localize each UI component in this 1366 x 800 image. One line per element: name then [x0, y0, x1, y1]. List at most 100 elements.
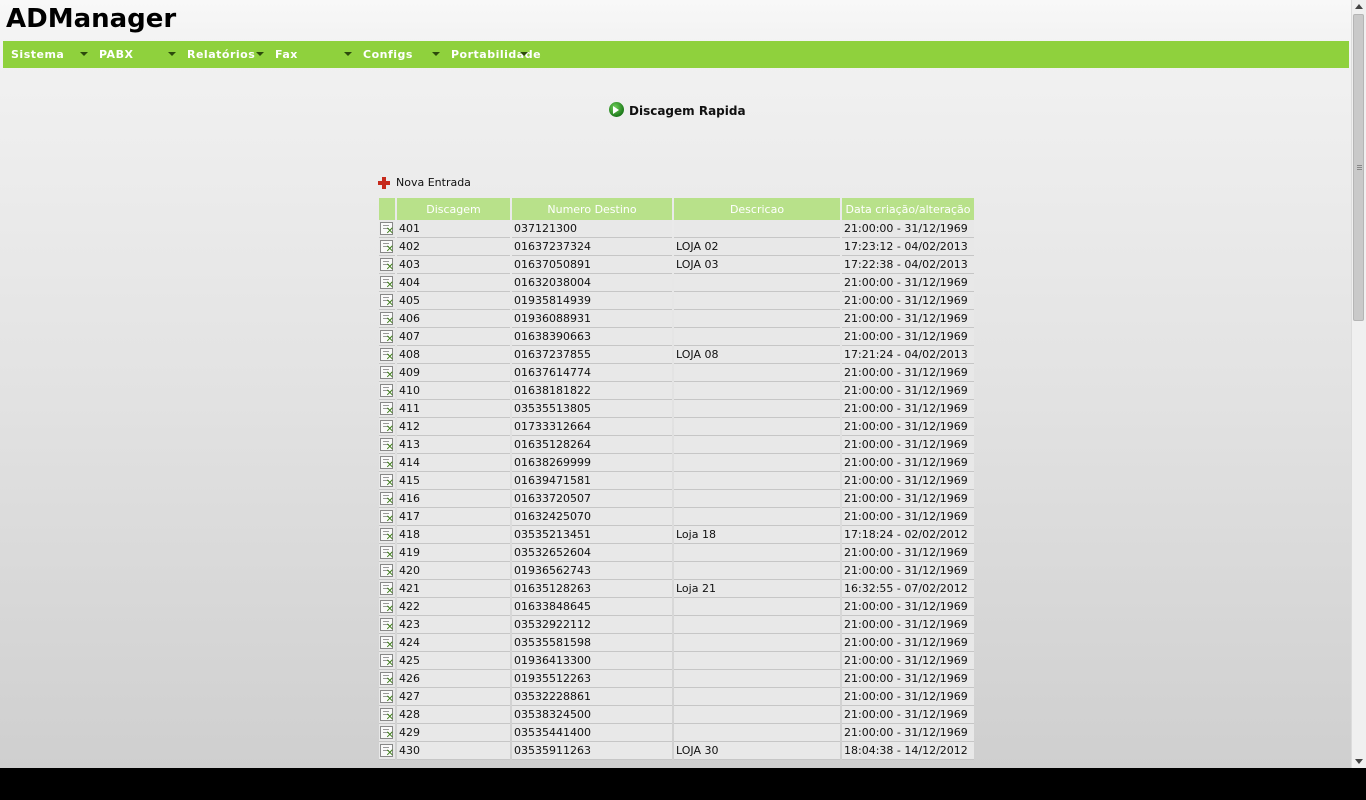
edit-delete-icon[interactable]	[380, 402, 394, 417]
edit-delete-icon[interactable]	[380, 276, 394, 291]
edit-delete-icon[interactable]	[380, 420, 394, 435]
table-row[interactable]: 42703532228861 21:00:00 - 31/12/1969	[379, 688, 974, 706]
edit-delete-icon[interactable]	[380, 456, 394, 471]
table-row[interactable]: 42903535441400 21:00:00 - 31/12/1969	[379, 724, 974, 742]
menu-relatorios[interactable]: Relatórios	[187, 41, 255, 68]
cell-discagem[interactable]: 412	[397, 418, 510, 436]
table-row[interactable]: 42803538324500 21:00:00 - 31/12/1969	[379, 706, 974, 724]
edit-delete-icon[interactable]	[380, 294, 394, 309]
table-row[interactable]: 43003535911263LOJA 3018:04:38 - 14/12/20…	[379, 742, 974, 760]
table-row[interactable]: 40201637237324LOJA 0217:23:12 - 04/02/20…	[379, 238, 974, 256]
cell-discagem[interactable]: 429	[397, 724, 510, 742]
cell-discagem[interactable]: 410	[397, 382, 510, 400]
table-row[interactable]: 42201633848645 21:00:00 - 31/12/1969	[379, 598, 974, 616]
edit-delete-icon[interactable]	[380, 546, 394, 561]
edit-delete-icon[interactable]	[380, 564, 394, 579]
edit-delete-icon[interactable]	[380, 438, 394, 453]
edit-delete-icon[interactable]	[380, 672, 394, 687]
table-row[interactable]: 41803535213451Loja 1817:18:24 - 02/02/20…	[379, 526, 974, 544]
cell-discagem[interactable]: 415	[397, 472, 510, 490]
cell-discagem[interactable]: 425	[397, 652, 510, 670]
table-row[interactable]: 40701638390663 21:00:00 - 31/12/1969	[379, 328, 974, 346]
cell-discagem[interactable]: 421	[397, 580, 510, 598]
edit-delete-icon[interactable]	[380, 222, 394, 237]
cell-discagem[interactable]: 424	[397, 634, 510, 652]
table-row[interactable]: 42303532922112 21:00:00 - 31/12/1969	[379, 616, 974, 634]
table-row[interactable]: 40401632038004 21:00:00 - 31/12/1969	[379, 274, 974, 292]
cell-discagem[interactable]: 407	[397, 328, 510, 346]
chevron-down-icon[interactable]	[80, 52, 88, 56]
cell-discagem[interactable]: 405	[397, 292, 510, 310]
header-discagem[interactable]: Discagem	[397, 198, 510, 220]
scroll-up-arrow-icon[interactable]	[1352, 0, 1366, 14]
table-row[interactable]: 40601936088931 21:00:00 - 31/12/1969	[379, 310, 974, 328]
table-row[interactable]: 41701632425070 21:00:00 - 31/12/1969	[379, 508, 974, 526]
edit-delete-icon[interactable]	[380, 330, 394, 345]
table-row[interactable]: 41201733312664 21:00:00 - 31/12/1969	[379, 418, 974, 436]
cell-discagem[interactable]: 401	[397, 220, 510, 238]
cell-discagem[interactable]: 428	[397, 706, 510, 724]
cell-discagem[interactable]: 422	[397, 598, 510, 616]
edit-delete-icon[interactable]	[380, 654, 394, 669]
table-row[interactable]: 41601633720507 21:00:00 - 31/12/1969	[379, 490, 974, 508]
table-row[interactable]: 40501935814939 21:00:00 - 31/12/1969	[379, 292, 974, 310]
edit-delete-icon[interactable]	[380, 384, 394, 399]
edit-delete-icon[interactable]	[380, 708, 394, 723]
cell-discagem[interactable]: 404	[397, 274, 510, 292]
table-row[interactable]: 41103535513805 21:00:00 - 31/12/1969	[379, 400, 974, 418]
edit-delete-icon[interactable]	[380, 258, 394, 273]
header-numero-destino[interactable]: Numero Destino	[512, 198, 672, 220]
cell-discagem[interactable]: 417	[397, 508, 510, 526]
table-row[interactable]: 42501936413300 21:00:00 - 31/12/1969	[379, 652, 974, 670]
edit-delete-icon[interactable]	[380, 528, 394, 543]
edit-delete-icon[interactable]	[380, 510, 394, 525]
table-row[interactable]: 41301635128264 21:00:00 - 31/12/1969	[379, 436, 974, 454]
edit-delete-icon[interactable]	[380, 240, 394, 255]
cell-discagem[interactable]: 408	[397, 346, 510, 364]
scrollbar-thumb[interactable]	[1353, 14, 1364, 321]
table-row[interactable]: 41401638269999 21:00:00 - 31/12/1969	[379, 454, 974, 472]
chevron-down-icon[interactable]	[432, 52, 440, 56]
table-row[interactable]: 40801637237855LOJA 0817:21:24 - 04/02/20…	[379, 346, 974, 364]
new-entry-button[interactable]: Nova Entrada	[378, 176, 471, 189]
scroll-down-arrow-icon[interactable]	[1352, 754, 1366, 768]
edit-delete-icon[interactable]	[380, 726, 394, 741]
cell-discagem[interactable]: 430	[397, 742, 510, 760]
table-row[interactable]: 42001936562743 21:00:00 - 31/12/1969	[379, 562, 974, 580]
chevron-down-icon[interactable]	[344, 52, 352, 56]
table-row[interactable]: 42601935512263 21:00:00 - 31/12/1969	[379, 670, 974, 688]
edit-delete-icon[interactable]	[380, 312, 394, 327]
edit-delete-icon[interactable]	[380, 618, 394, 633]
new-entry-label[interactable]: Nova Entrada	[396, 176, 471, 189]
edit-delete-icon[interactable]	[380, 366, 394, 381]
table-row[interactable]: 40301637050891LOJA 0317:22:38 - 04/02/20…	[379, 256, 974, 274]
header-data[interactable]: Data criação/alteração	[842, 198, 974, 220]
table-row[interactable]: 41001638181822 21:00:00 - 31/12/1969	[379, 382, 974, 400]
chevron-down-icon[interactable]	[256, 52, 264, 56]
edit-delete-icon[interactable]	[380, 492, 394, 507]
table-row[interactable]: 42403535581598 21:00:00 - 31/12/1969	[379, 634, 974, 652]
menu-fax[interactable]: Fax	[275, 41, 298, 68]
table-row[interactable]: 401037121300 21:00:00 - 31/12/1969	[379, 220, 974, 238]
table-row[interactable]: 42101635128263Loja 2116:32:55 - 07/02/20…	[379, 580, 974, 598]
edit-delete-icon[interactable]	[380, 636, 394, 651]
cell-discagem[interactable]: 416	[397, 490, 510, 508]
cell-discagem[interactable]: 423	[397, 616, 510, 634]
cell-discagem[interactable]: 403	[397, 256, 510, 274]
cell-discagem[interactable]: 414	[397, 454, 510, 472]
chevron-down-icon[interactable]	[168, 52, 176, 56]
cell-discagem[interactable]: 402	[397, 238, 510, 256]
chevron-down-icon[interactable]	[520, 52, 528, 56]
cell-discagem[interactable]: 420	[397, 562, 510, 580]
cell-discagem[interactable]: 418	[397, 526, 510, 544]
edit-delete-icon[interactable]	[380, 744, 394, 759]
cell-discagem[interactable]: 409	[397, 364, 510, 382]
cell-discagem[interactable]: 406	[397, 310, 510, 328]
edit-delete-icon[interactable]	[380, 600, 394, 615]
menu-pabx[interactable]: PABX	[99, 41, 133, 68]
menu-sistema[interactable]: Sistema	[11, 41, 64, 68]
table-row[interactable]: 41903532652604 21:00:00 - 31/12/1969	[379, 544, 974, 562]
table-row[interactable]: 41501639471581 21:00:00 - 31/12/1969	[379, 472, 974, 490]
cell-discagem[interactable]: 426	[397, 670, 510, 688]
cell-discagem[interactable]: 419	[397, 544, 510, 562]
